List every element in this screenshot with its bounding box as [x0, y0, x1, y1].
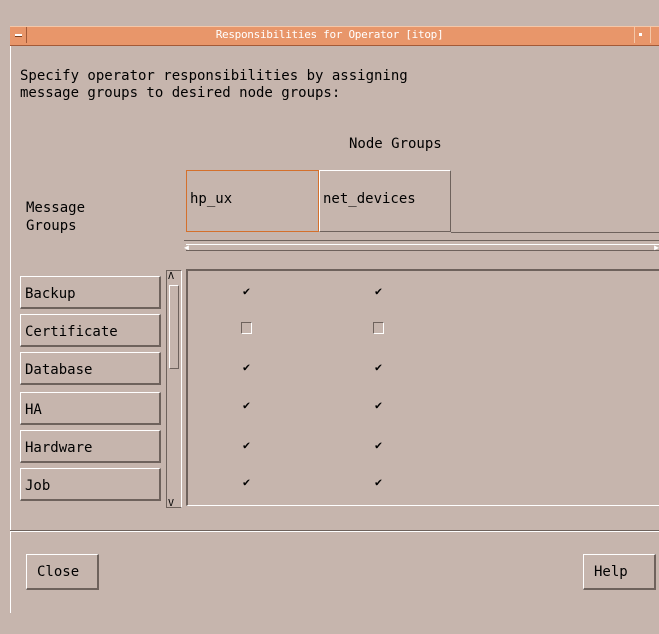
window-title: Responsibilities for Operator [itop] [215, 28, 444, 41]
checkbox-job-net-devices[interactable]: ✔ [373, 475, 384, 489]
row-label-certificate[interactable]: Certificate [20, 314, 161, 347]
instructions-line-2: message groups to desired node groups: [20, 85, 341, 101]
help-button[interactable]: Help [583, 554, 656, 590]
column-header-net-devices[interactable]: net_devices [319, 170, 451, 232]
column-header-hp-ux[interactable]: hp_ux [186, 170, 319, 232]
check-icon: ✔ [374, 398, 383, 412]
arrow-up-icon[interactable]: Λ [168, 271, 174, 282]
row-label-hardware[interactable]: Hardware [20, 430, 161, 463]
checkbox-backup-net-devices[interactable]: ✔ [373, 284, 384, 298]
check-icon: ✔ [374, 438, 383, 452]
window-frame-left [0, 24, 10, 634]
checkbox-certificate-net-devices[interactable] [373, 322, 384, 334]
checkbox-ha-hp-ux[interactable]: ✔ [241, 398, 252, 412]
message-groups-label-2: Groups [26, 218, 77, 234]
checkbox-database-net-devices[interactable]: ✔ [373, 360, 384, 374]
checkbox-database-hp-ux[interactable]: ✔ [241, 360, 252, 374]
checkbox-job-hp-ux[interactable]: ✔ [241, 475, 252, 489]
check-icon: ✔ [242, 284, 251, 298]
instructions-line-1: Specify operator responsibilities by ass… [20, 68, 408, 84]
checkbox-hardware-net-devices[interactable]: ✔ [373, 438, 384, 452]
check-icon: ✔ [242, 438, 251, 452]
checkbox-ha-net-devices[interactable]: ✔ [373, 398, 384, 412]
row-label-database[interactable]: Database [20, 352, 161, 385]
button-area [10, 532, 659, 608]
check-icon: ✔ [374, 284, 383, 298]
check-icon: ✔ [374, 360, 383, 374]
node-groups-label: Node Groups [349, 136, 442, 152]
maximize-icon[interactable] [634, 27, 647, 43]
check-icon: ✔ [242, 398, 251, 412]
header-divider [451, 232, 659, 233]
window-frame-right-handle[interactable] [650, 27, 659, 43]
check-icon: ✔ [242, 360, 251, 374]
check-icon: ✔ [242, 475, 251, 489]
arrow-down-icon[interactable]: V [168, 498, 174, 509]
close-button[interactable]: Close [26, 554, 99, 590]
message-groups-label-1: Message [26, 200, 86, 216]
row-label-ha[interactable]: HA [20, 392, 161, 425]
vertical-scrollbar[interactable]: Λ V [166, 270, 182, 509]
row-label-job[interactable]: Job [20, 468, 161, 501]
horizontal-scrollbar[interactable]: ◀ ▶ [184, 240, 659, 253]
checkbox-backup-hp-ux[interactable]: ✔ [241, 284, 252, 298]
vertical-scroll-thumb[interactable] [169, 285, 179, 369]
horizontal-scroll-track[interactable] [186, 244, 659, 251]
check-icon: ✔ [374, 475, 383, 489]
checkbox-hardware-hp-ux[interactable]: ✔ [241, 438, 252, 452]
row-label-backup[interactable]: Backup [20, 276, 161, 309]
checkbox-certificate-hp-ux[interactable] [241, 322, 252, 334]
arrow-right-icon[interactable]: ▶ [654, 243, 659, 252]
responsibility-grid [186, 269, 659, 506]
